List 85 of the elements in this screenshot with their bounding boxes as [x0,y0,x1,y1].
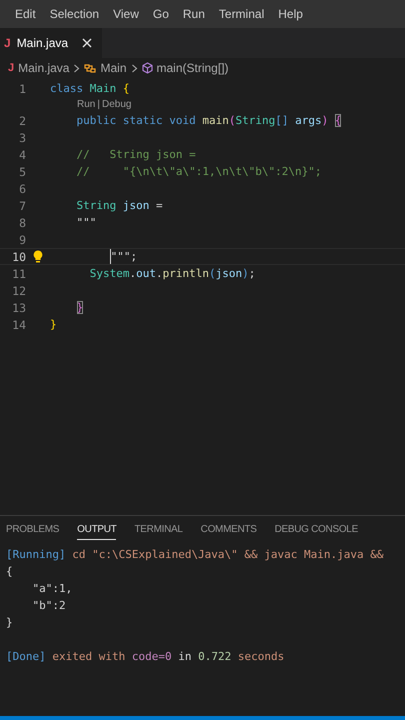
output-text: exited with [51,650,126,663]
line-number: 9 [18,232,26,246]
panel-tab[interactable]: COMMENTS [200,524,257,540]
line-number: 8 [18,216,26,230]
line-number: 5 [18,164,26,178]
codelens-link[interactable]: Debug [102,99,132,110]
code-token: String [76,199,118,212]
menu-item[interactable]: Go [146,7,176,21]
breadcrumb-item[interactable]: main(String[]) [156,61,229,75]
panel-tab[interactable]: TERMINAL [134,524,183,540]
code-token: json [122,199,150,212]
code-token: [] [275,114,290,127]
menu-item[interactable]: Selection [42,7,106,21]
output-text: "b":2 [31,599,66,612]
menu-item[interactable]: Run [176,7,212,21]
output-text: code=0 [132,650,172,663]
code-token: ( [208,267,216,280]
menu-item[interactable]: Help [271,7,310,21]
line-number: 1 [18,82,26,96]
menu-item[interactable]: Edit [8,7,43,21]
panel-tab[interactable]: OUTPUT [77,524,116,540]
code-token: out [136,267,156,280]
output-text: } [6,616,13,629]
code-token: Main [90,82,118,95]
lightbulb-icon[interactable] [33,250,43,263]
code-token: ) [242,267,249,280]
line-number: 10 [11,250,26,264]
code-token: // "{\n\t\"a\":1,\n\t\"b\":2\n}"; [76,165,322,178]
output-text: 0.722 [198,650,232,663]
line-number: 12 [11,284,26,298]
code-token: ; [130,250,138,263]
output-text: { [6,565,13,578]
codelens-link[interactable]: Run [77,99,96,110]
output-text: "a":1, [31,582,72,595]
line-number: 4 [18,148,26,162]
chevron-icon [130,64,138,72]
line-number: 6 [18,182,26,196]
output-text: seconds [236,650,284,663]
code-token: . [130,267,136,280]
cube-icon [142,62,152,74]
code-token: main [202,114,229,127]
class-icon [84,62,96,74]
text-cursor [110,249,111,264]
menu-item[interactable]: Terminal [212,7,272,21]
separator-text: | [96,99,101,110]
editor-tab[interactable]: J Main.java [0,28,102,58]
line-number: 14 [11,318,26,332]
output-text: in [177,650,192,663]
java-file-icon: J [8,62,14,74]
code-token: } [50,318,57,331]
line-number: 2 [18,114,26,128]
code-token: """ [110,250,130,263]
line-number: 13 [11,300,26,314]
code-token: // String json = [76,148,196,161]
output-text: [Running] [6,548,66,561]
code-token: { [122,82,130,95]
line-number: 11 [11,266,26,280]
line-number: 7 [18,198,26,212]
menu-item[interactable]: View [106,7,146,21]
code-token: ( [228,114,236,127]
code-token: = [156,199,163,212]
tab-label: Main.java [16,36,68,50]
code-token: class [50,82,84,95]
code-token: public static void [76,114,197,127]
code-token: ) [322,114,330,127]
code-token: } [76,301,84,314]
panel-tab[interactable]: PROBLEMS [6,524,60,540]
code-token: . [156,267,163,280]
code-token: """ [76,216,96,229]
code-token: json [216,267,242,280]
chevron-icon [73,64,80,72]
code-token: String [235,114,276,127]
breadcrumb-item[interactable]: Main.java [18,61,70,75]
close-icon[interactable] [82,38,92,48]
code-token: args [295,114,322,127]
code-token: System [90,267,130,280]
breadcrumb-item[interactable]: Main [100,61,126,75]
panel-tab[interactable]: DEBUG CONSOLE [274,524,358,540]
code-token: { [334,114,342,127]
code-token: ; [248,267,256,280]
output-text: cd "c:\CSExplained\Java\" && javac Main.java && [71,548,384,561]
code-token: println [162,267,209,280]
java-file-icon: J [4,36,11,50]
output-text: [Done] [6,650,46,663]
line-number: 3 [18,130,26,144]
